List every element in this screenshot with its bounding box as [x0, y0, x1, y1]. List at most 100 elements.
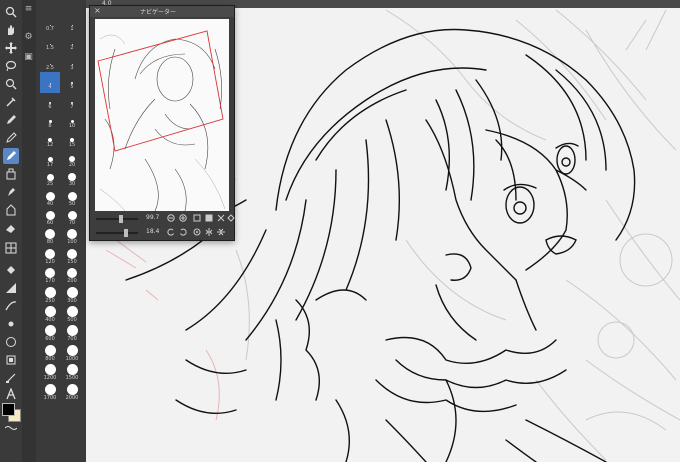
eyedropper-icon[interactable]	[3, 94, 19, 110]
settings-icon[interactable]: ⚙	[23, 32, 34, 43]
lasso-icon[interactable]	[3, 58, 19, 74]
actual-size-icon[interactable]	[192, 213, 202, 223]
zoom-out-icon[interactable]	[166, 213, 176, 223]
rotate-fit-icon[interactable]	[226, 213, 236, 223]
fit-navigator-icon[interactable]	[216, 213, 226, 223]
brush-size-item[interactable]: 25	[40, 169, 60, 190]
text-icon[interactable]	[3, 386, 19, 402]
brush-size-dot	[44, 286, 56, 298]
brush-size-item[interactable]: 200	[62, 266, 82, 287]
fit-window-icon[interactable]	[204, 213, 214, 223]
brush-size-item[interactable]: 20	[62, 150, 82, 171]
close-icon[interactable]: ×	[94, 6, 101, 15]
brush-size-dot	[45, 229, 55, 240]
hand-icon[interactable]	[3, 22, 19, 38]
brush-size-item[interactable]: 4	[40, 72, 60, 94]
color-swatch[interactable]	[2, 403, 21, 422]
brush-size-item[interactable]: 50	[62, 189, 82, 210]
brush-size-item[interactable]: 1000	[62, 344, 82, 365]
brush-size-item[interactable]: 600	[40, 324, 60, 345]
brush-size-dot	[45, 211, 55, 220]
frame-icon[interactable]	[3, 240, 19, 256]
brush-size-item[interactable]: 1	[62, 14, 82, 35]
rotate-slider[interactable]	[96, 232, 138, 234]
zoom-value[interactable]: 99.7	[146, 214, 159, 221]
brush-size-label: 10	[68, 123, 76, 129]
brush-size-item[interactable]: 10	[62, 111, 82, 132]
brush-size-item[interactable]: 3	[62, 53, 82, 74]
brush-size-item[interactable]: 15	[62, 130, 82, 151]
brush-size-item[interactable]: 60	[40, 208, 60, 229]
brush-size-label: 15	[68, 142, 76, 149]
brush-size-item[interactable]: 8	[40, 111, 60, 132]
rotate-slider-knob[interactable]	[124, 229, 128, 237]
brush-size-label: 40	[46, 200, 54, 207]
figure-icon[interactable]	[3, 298, 19, 314]
brush-icon[interactable]	[3, 148, 19, 164]
correct-line-icon[interactable]	[3, 370, 19, 386]
auto-select-icon[interactable]	[3, 76, 19, 92]
brush-size-item[interactable]: 6	[40, 92, 60, 113]
reset-rotation-icon[interactable]	[192, 227, 202, 237]
brush-size-item[interactable]: 1700	[40, 383, 60, 404]
flip-horizontal-icon[interactable]	[204, 227, 214, 237]
zoom-slider[interactable]	[96, 218, 138, 220]
blend-icon[interactable]	[3, 202, 19, 218]
flip-vertical-icon[interactable]	[216, 227, 226, 237]
brush-size-item[interactable]: 70	[62, 208, 82, 229]
brush-size-item[interactable]: 30	[62, 169, 82, 190]
brush-size-item[interactable]: 250	[40, 286, 60, 307]
vector-icon[interactable]	[3, 352, 19, 368]
brush-size-item[interactable]: 2.5	[40, 53, 60, 74]
pen-icon[interactable]	[3, 112, 19, 128]
navigator-preview[interactable]	[95, 19, 229, 211]
brush-size-item[interactable]: 1500	[62, 363, 82, 384]
brush-size-item[interactable]: 7	[62, 92, 82, 113]
rotate-left-icon[interactable]	[166, 227, 176, 237]
airbrush-icon[interactable]	[3, 184, 19, 200]
brush-size-item[interactable]: 100	[62, 227, 82, 248]
brush-size-item[interactable]: 12	[40, 130, 60, 151]
decoration-icon[interactable]	[3, 166, 19, 182]
brush-size-item[interactable]: 2000	[62, 383, 82, 404]
panel-icon[interactable]: ▣	[23, 52, 34, 63]
brush-size-dot	[45, 191, 55, 201]
main-color-swatch[interactable]	[2, 403, 15, 416]
brush-size-label: 700	[67, 336, 77, 343]
transparent-color-icon[interactable]	[3, 424, 19, 432]
brush-size-label: 120	[45, 258, 55, 265]
brush-size-item[interactable]: 40	[40, 189, 60, 210]
eraser-icon[interactable]	[3, 220, 19, 236]
brush-size-item[interactable]: 700	[62, 324, 82, 345]
brush-size-dot	[67, 229, 77, 240]
brush-size-item[interactable]: 400	[40, 305, 60, 326]
brush-size-item[interactable]: 120	[40, 247, 60, 268]
brush-size-item[interactable]: 170	[40, 266, 60, 287]
brush-size-item[interactable]: 2	[62, 33, 82, 54]
gradient-icon[interactable]	[3, 280, 19, 296]
brush-size-item[interactable]: 0.7	[40, 14, 60, 35]
brush-size-item[interactable]: 800	[40, 344, 60, 365]
brush-size-item[interactable]: 1200	[40, 363, 60, 384]
ruler-icon[interactable]	[3, 316, 19, 332]
navigator-titlebar[interactable]: × ナビゲーター	[90, 6, 234, 17]
brush-size-item[interactable]: 5	[62, 72, 82, 93]
zoom-icon[interactable]	[3, 4, 19, 20]
pencil-icon[interactable]	[3, 130, 19, 146]
rotate-right-icon[interactable]	[178, 227, 188, 237]
rotate-value[interactable]: 18.4	[146, 228, 159, 235]
brush-size-item[interactable]: 300	[62, 286, 82, 307]
zoom-slider-knob[interactable]	[119, 215, 123, 223]
brush-size-item[interactable]: 150	[62, 247, 82, 268]
zoom-in-icon[interactable]	[178, 213, 188, 223]
move-icon[interactable]	[3, 40, 19, 56]
brush-size-item[interactable]: 1.5	[40, 33, 60, 54]
brush-size-label: 30	[68, 181, 76, 188]
menu-icon[interactable]: ≡	[23, 4, 34, 15]
brush-size-item[interactable]: 80	[40, 227, 60, 248]
brush-size-item[interactable]: 500	[62, 305, 82, 326]
balloon-icon[interactable]	[3, 334, 19, 350]
brush-size-item[interactable]: 17	[40, 150, 60, 171]
brush-size-dot	[67, 268, 77, 279]
fill-icon[interactable]	[3, 262, 19, 278]
